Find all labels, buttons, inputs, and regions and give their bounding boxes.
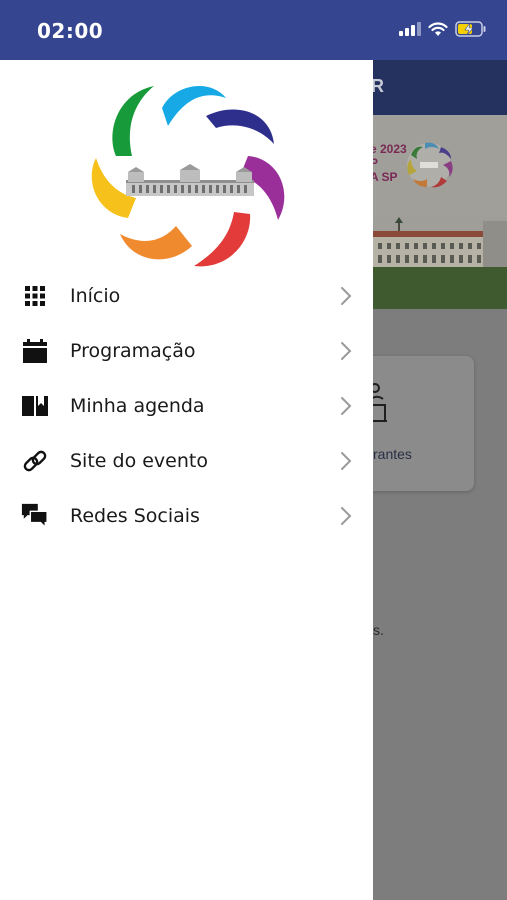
navigation-drawer: Início Programação Minha agenda Site do … (0, 60, 373, 900)
grid-icon (21, 282, 49, 310)
menu-item-label: Minha agenda (70, 395, 205, 417)
background-app[interactable]: R e 2023 P A SP rantes s. (373, 60, 507, 900)
menu-item-label: Redes Sociais (70, 505, 200, 527)
menu-item-programacao[interactable]: Programação (0, 323, 373, 378)
background-header-text: R (373, 76, 384, 96)
chevron-right-icon (340, 396, 352, 421)
wifi-icon (428, 21, 448, 42)
menu-item-redes-sociais[interactable]: Redes Sociais (0, 488, 373, 543)
background-misc-text: s. (373, 622, 384, 638)
menu-item-site-do-evento[interactable]: Site do evento (0, 433, 373, 488)
event-logo (91, 85, 285, 267)
chevron-right-icon (340, 286, 352, 311)
banner-logo-icon (407, 142, 453, 188)
menu-item-label: Programação (70, 340, 196, 362)
background-banner: e 2023 P A SP (373, 115, 507, 309)
background-card[interactable]: rantes (373, 356, 474, 491)
podium-icon (373, 383, 387, 422)
building-illustration (126, 164, 254, 196)
menu-item-inicio[interactable]: Início (0, 268, 373, 323)
chevron-right-icon (340, 341, 352, 366)
calendar-icon (21, 337, 49, 365)
chevron-right-icon (340, 451, 352, 476)
link-icon (21, 447, 49, 475)
background-card-label: rantes (373, 446, 412, 462)
menu-item-label: Início (70, 285, 121, 307)
banner-lawn (373, 267, 507, 309)
chevron-right-icon (340, 506, 352, 531)
battery-charging-icon (455, 21, 487, 42)
status-icons (399, 21, 487, 42)
status-time: 02:00 (37, 19, 104, 43)
signal-icon (399, 22, 421, 41)
banner-building-image (373, 215, 507, 275)
book-icon (21, 392, 49, 420)
chat-bubbles-icon (21, 502, 49, 530)
menu-item-minha-agenda[interactable]: Minha agenda (0, 378, 373, 433)
drawer-menu: Início Programação Minha agenda Site do … (0, 268, 373, 543)
menu-item-label: Site do evento (70, 450, 208, 472)
status-bar: 02:00 (0, 0, 507, 60)
background-app-header: R (373, 60, 507, 115)
